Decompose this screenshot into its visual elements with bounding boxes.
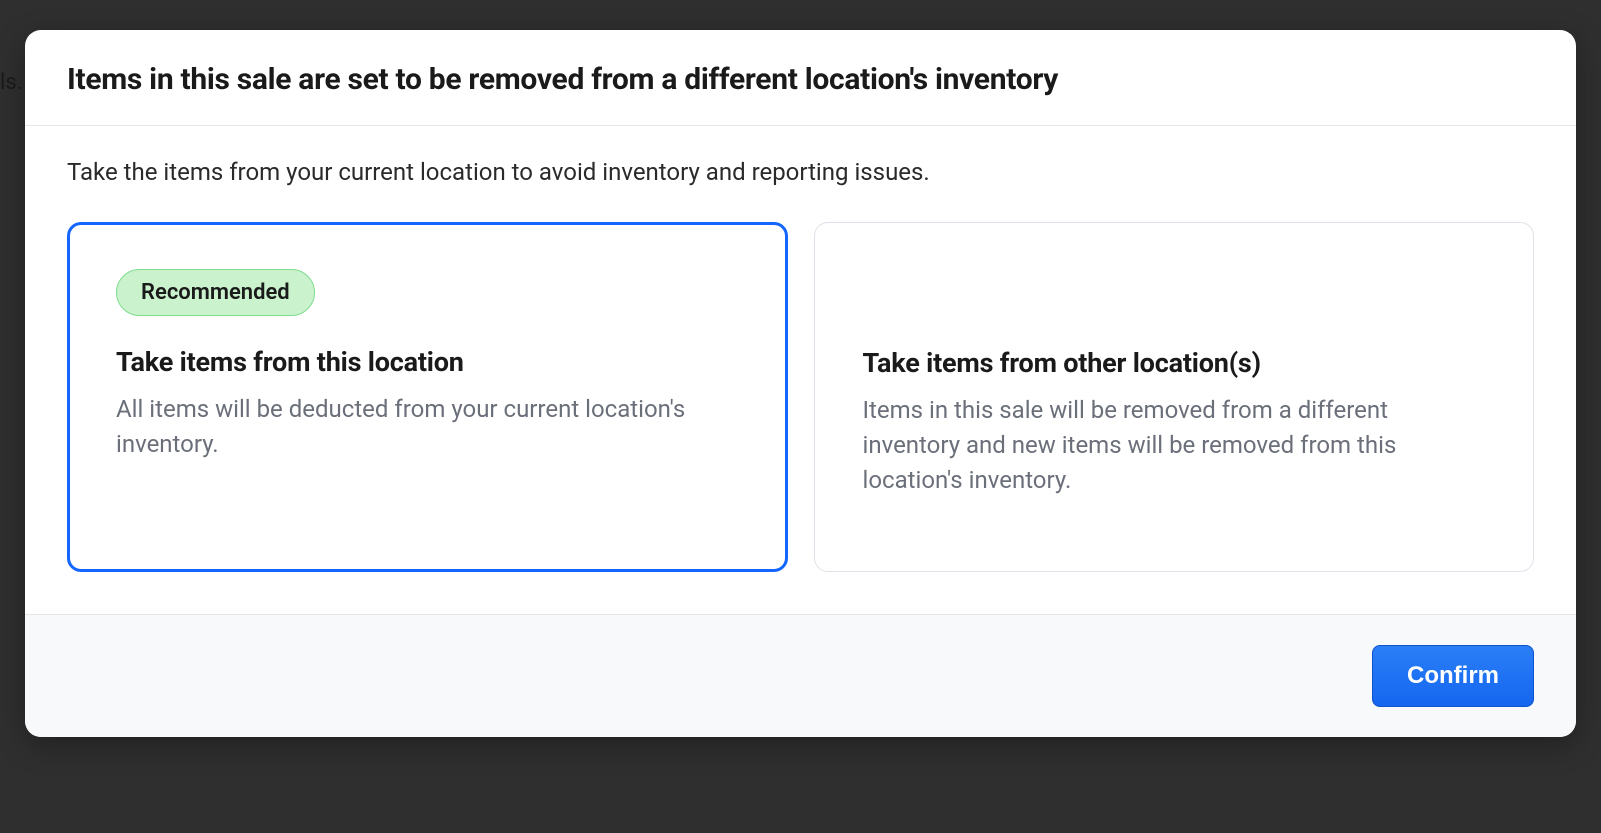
modal-body: Take the items from your current locatio… <box>25 126 1576 614</box>
option-description: Items in this sale will be removed from … <box>863 393 1486 497</box>
option-title: Take items from other location(s) <box>863 347 1486 379</box>
inventory-location-modal: Items in this sale are set to be removed… <box>25 30 1576 737</box>
modal-subtitle: Take the items from your current locatio… <box>67 158 1534 186</box>
modal-title: Items in this sale are set to be removed… <box>67 62 1534 97</box>
option-take-from-other-locations[interactable]: Take items from other location(s) Items … <box>814 222 1535 572</box>
modal-footer: Confirm <box>25 614 1576 737</box>
option-row: Recommended Take items from this locatio… <box>67 222 1534 572</box>
option-take-from-this-location[interactable]: Recommended Take items from this locatio… <box>67 222 788 572</box>
confirm-button[interactable]: Confirm <box>1372 645 1534 707</box>
option-title: Take items from this location <box>116 346 739 378</box>
option-spacer <box>863 269 1486 347</box>
recommended-badge: Recommended <box>116 269 315 316</box>
option-description: All items will be deducted from your cur… <box>116 392 739 462</box>
modal-header: Items in this sale are set to be removed… <box>25 30 1576 126</box>
backdrop-text-fragment: ls. <box>0 70 23 95</box>
